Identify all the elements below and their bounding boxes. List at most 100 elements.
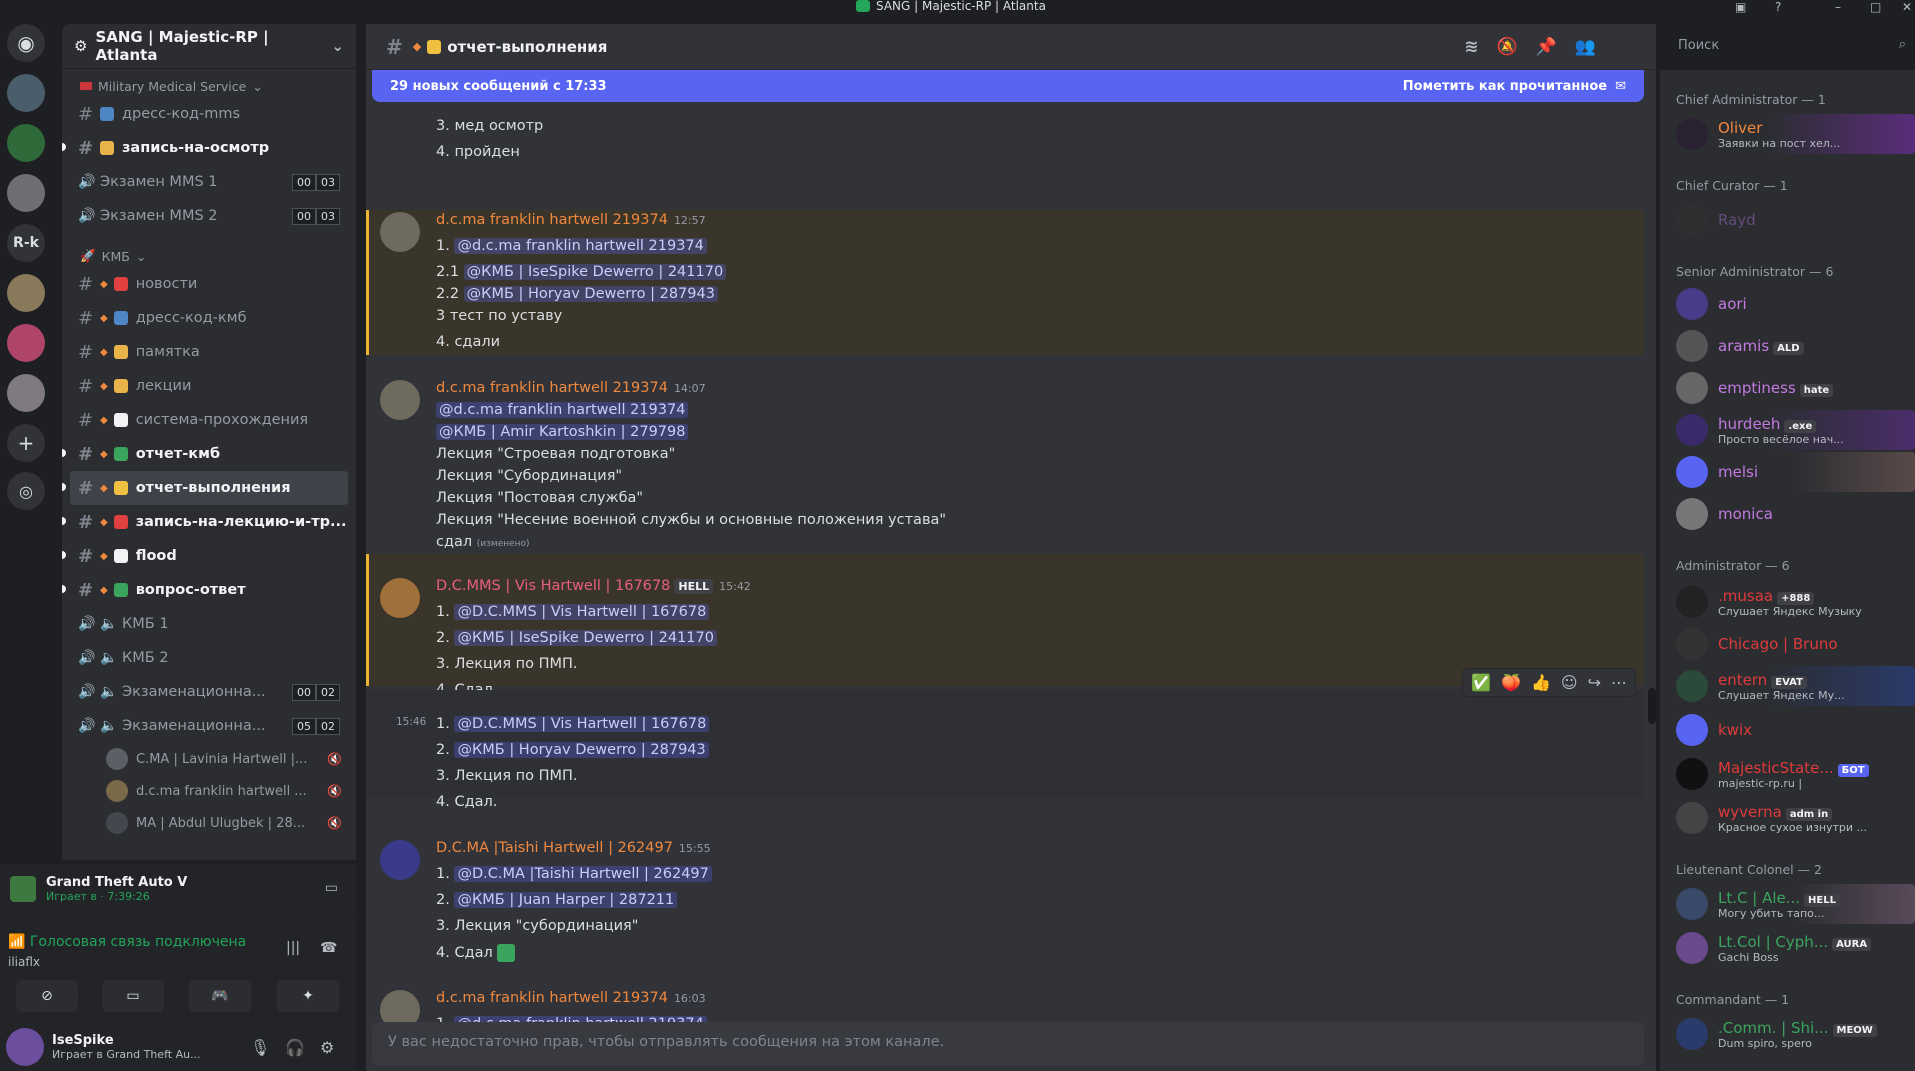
- soundboard-button[interactable]: ✦: [277, 980, 339, 1012]
- server-icon-5[interactable]: [7, 274, 45, 312]
- member-item[interactable]: entern EVAT Слушает Яндекс Му...: [1668, 666, 1915, 706]
- avatar[interactable]: [380, 212, 420, 252]
- user-mention[interactable]: @КМБ | Juan Harper | 287211: [454, 892, 678, 908]
- category-kmb[interactable]: 🚀 КМБ ⌄: [62, 245, 356, 267]
- user-mention[interactable]: @d.c.ma franklin hartwell 219374: [454, 238, 707, 254]
- reaction-check-icon[interactable]: ✅: [1471, 673, 1491, 692]
- noise-suppression-icon[interactable]: |||: [286, 940, 300, 956]
- voice-channel-exam-mms-2[interactable]: 🔊 Экзамен MMS 2 00 03: [70, 199, 348, 233]
- channel-dress-code-mms[interactable]: # дресс-код-mms: [70, 97, 348, 131]
- current-user[interactable]: IseSpike Играет в Grand Theft Au... 🎙 🎧 …: [0, 1022, 356, 1071]
- member-item[interactable]: wyverna adm in Красное сухое изнутри ...: [1668, 798, 1915, 838]
- voice-user[interactable]: MA | Abdul Ulugbek | 28... 🔇: [62, 807, 356, 839]
- voice-channel-exam-1[interactable]: 🔊 🔈 Экзаменационна... 00 02: [70, 675, 348, 709]
- channel-sistema-prokhozhdeniya[interactable]: # ◆ система-прохождения: [70, 403, 348, 437]
- microphone-icon[interactable]: 🎙: [250, 1038, 270, 1057]
- reaction-thumbs-up-icon[interactable]: 👍: [1531, 673, 1551, 692]
- channel-novosti[interactable]: # ◆ новости: [70, 267, 348, 301]
- channel-otchet-kmb[interactable]: # ◆ отчет-кмб: [62, 437, 348, 471]
- more-icon[interactable]: ⋯: [1611, 673, 1627, 692]
- member-item[interactable]: Lt.C | Ale... HELL Могу убить тапо...: [1668, 884, 1915, 924]
- reply-icon[interactable]: ↪: [1588, 673, 1601, 692]
- chat-scrollbar[interactable]: [1648, 688, 1656, 724]
- voice-channel-kmb-2[interactable]: 🔊 🔈 КМБ 2: [70, 641, 348, 675]
- member-item[interactable]: emptiness hate: [1668, 368, 1915, 408]
- notification-bell-icon[interactable]: 🔕: [1496, 37, 1517, 57]
- user-mention[interactable]: @d.c.ma franklin hartwell 219374: [436, 402, 689, 418]
- member-item[interactable]: Lt.Col | Cyph... AURA Gachi Boss: [1668, 928, 1915, 968]
- member-item[interactable]: MajesticState... БОТ majestic-rp.ru |: [1668, 754, 1915, 794]
- threads-icon[interactable]: ≋: [1464, 37, 1478, 57]
- server-icon-7[interactable]: [7, 374, 45, 412]
- category-military-medical-service[interactable]: Military Medical Service ⌄: [62, 75, 356, 97]
- user-mention[interactable]: @КМБ | Amir Kartoshkin | 279798: [436, 424, 689, 440]
- direct-messages-icon[interactable]: ◉: [7, 24, 45, 62]
- voice-channel-exam-mms-1[interactable]: 🔊 Экзамен MMS 1 00 03: [70, 165, 348, 199]
- channel-zapis-na-osmotr[interactable]: # запись-на-осмотр: [62, 131, 348, 165]
- message-author[interactable]: D.C.MMS | Vis Hartwell | 167678 HELL 15:42: [436, 578, 751, 594]
- server-icon-2[interactable]: [7, 124, 45, 162]
- server-header[interactable]: ⚙ SANG | Majestic-RP | Atlanta ⌄: [62, 24, 356, 69]
- message-author[interactable]: d.c.ma franklin hartwell 219374 12:57: [436, 212, 706, 228]
- channel-vopros-otvet[interactable]: # ◆ вопрос-ответ: [62, 573, 348, 607]
- settings-icon[interactable]: ⚙: [320, 1038, 334, 1057]
- user-mention[interactable]: @КМБ | Horyav Dewerro | 287943: [454, 742, 709, 758]
- member-item[interactable]: .musaa +888 Слушает Яндекс Музыку: [1668, 582, 1915, 622]
- voice-channel-kmb-1[interactable]: 🔊 🔈 КМБ 1: [70, 607, 348, 641]
- user-mention[interactable]: @КМБ | IseSpike Dewerro | 241170: [463, 264, 727, 280]
- avatar[interactable]: [380, 840, 420, 880]
- voice-connected-status[interactable]: 📶 Голосовая связь подключена: [8, 934, 246, 950]
- member-item[interactable]: melsi: [1668, 452, 1915, 492]
- voice-user[interactable]: d.c.ma franklin hartwell ... 🔇: [62, 775, 356, 807]
- message-author[interactable]: d.c.ma franklin hartwell 219374 14:07: [436, 380, 706, 396]
- message-author[interactable]: D.C.MA |Taishi Hartwell | 262497 15:55: [436, 840, 711, 856]
- member-item[interactable]: kwix: [1668, 710, 1915, 750]
- server-icon-3[interactable]: [7, 174, 45, 212]
- member-item[interactable]: Rayd: [1668, 200, 1915, 240]
- user-mention[interactable]: @КМБ | IseSpike Dewerro | 241170: [454, 630, 717, 646]
- pin-icon[interactable]: 📌: [1536, 37, 1557, 57]
- channel-dress-code-kmb[interactable]: # ◆ дресс-код-кмб: [70, 301, 348, 335]
- member-item[interactable]: Oliver Заявки на пост хел...: [1668, 114, 1915, 154]
- add-server-icon[interactable]: +: [7, 424, 45, 462]
- channel-flood[interactable]: # ◆ flood: [62, 539, 348, 573]
- member-item[interactable]: .Comm. | Shi... MEOW Dum spiro, spero: [1668, 1014, 1915, 1054]
- user-mention[interactable]: @D.C.MMS | Vis Hartwell | 167678: [454, 604, 710, 620]
- channel-pamyatka[interactable]: # ◆ памятка: [70, 335, 348, 369]
- inbox-icon[interactable]: ▣: [1735, 0, 1746, 14]
- voice-user[interactable]: C.MA | Lavinia Hartwell |... 🔇: [62, 743, 356, 775]
- channel-otchet-vypolneniya[interactable]: # ◆ отчет-выполнения: [62, 471, 348, 505]
- user-mention[interactable]: @D.C.MMS | Vis Hartwell | 167678: [454, 716, 710, 732]
- user-mention[interactable]: @D.C.MA |Taishi Hartwell | 262497: [454, 866, 712, 882]
- screen-share-icon[interactable]: ▭: [325, 880, 338, 896]
- help-icon[interactable]: ?: [1775, 0, 1781, 14]
- activity-card[interactable]: Grand Theft Auto V Играет в · 7:39:26 ▭: [0, 864, 356, 914]
- screen-share-button[interactable]: ▭: [102, 980, 164, 1012]
- member-item[interactable]: monica: [1668, 494, 1915, 534]
- channel-zapis-na-lektsiyu[interactable]: # ◆ запись-на-лекцию-и-тр...: [62, 505, 348, 539]
- member-item[interactable]: aori: [1668, 284, 1915, 324]
- channel-lektsii[interactable]: # ◆ лекции: [70, 369, 348, 403]
- member-item[interactable]: Chicago | Bruno: [1668, 624, 1915, 664]
- new-messages-bar[interactable]: 29 новых сообщений с 17:33 Пометить как …: [372, 70, 1644, 102]
- message-author[interactable]: d.c.ma franklin hartwell 219374 16:03: [436, 990, 706, 1006]
- activities-button[interactable]: 🎮: [189, 980, 251, 1012]
- disconnect-icon[interactable]: ☎: [320, 940, 337, 956]
- maximize-icon[interactable]: □: [1870, 0, 1881, 14]
- server-icon-1[interactable]: [7, 74, 45, 112]
- camera-off-button[interactable]: ⊘: [16, 980, 78, 1012]
- mark-as-read-button[interactable]: Пометить как прочитанное: [1403, 79, 1607, 94]
- avatar[interactable]: [380, 578, 420, 618]
- headphones-icon[interactable]: 🎧: [285, 1038, 305, 1057]
- server-icon-6[interactable]: [7, 324, 45, 362]
- voice-channel-exam-2[interactable]: 🔊 🔈 Экзаменационна... 05 02: [70, 709, 348, 743]
- member-item[interactable]: hurdeeh .exe Просто весёлое нач...: [1668, 410, 1915, 450]
- user-mention[interactable]: @КМБ | Horyav Dewerro | 287943: [463, 286, 718, 302]
- add-reaction-icon[interactable]: ☺: [1561, 673, 1578, 692]
- minimize-icon[interactable]: –: [1835, 0, 1841, 14]
- search-input[interactable]: Поиск ⌕: [1670, 32, 1914, 60]
- server-icon-rk[interactable]: R-k: [7, 224, 45, 262]
- reaction-peach-icon[interactable]: 🍑: [1501, 673, 1521, 692]
- close-icon[interactable]: ✕: [1902, 0, 1912, 14]
- member-list-icon[interactable]: 👥: [1575, 37, 1596, 57]
